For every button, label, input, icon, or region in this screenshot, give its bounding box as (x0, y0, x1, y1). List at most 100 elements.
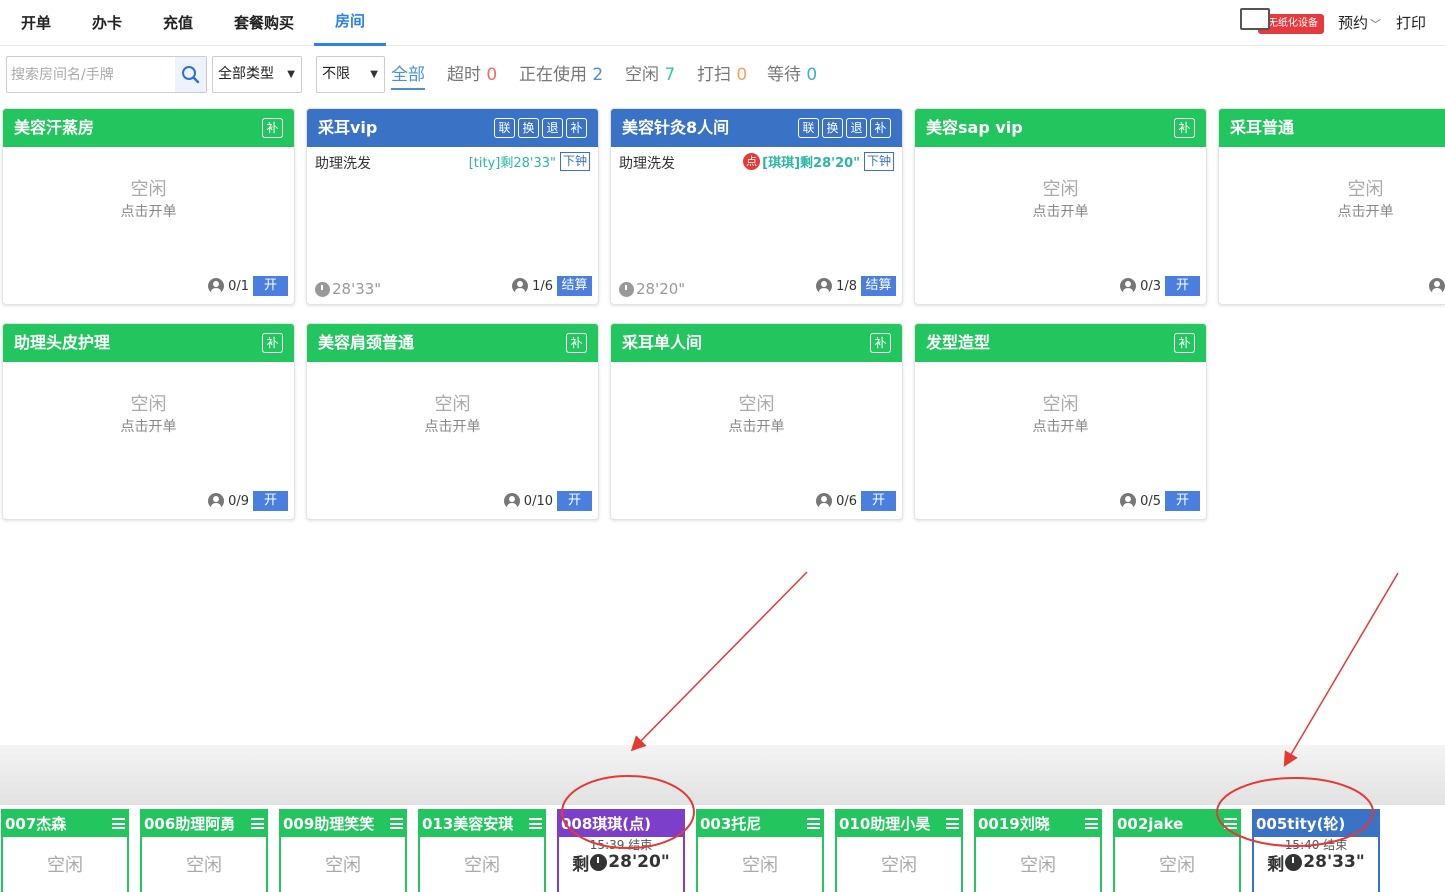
filter-waiting[interactable]: 等待 0 (767, 62, 817, 90)
room-card[interactable]: 采耳vip 联 换 退 补 助理洗发 [tity]剩28'33" 下钟 28'33… (306, 108, 599, 305)
add-button[interactable]: 补 (566, 118, 587, 138)
technician-status: 空闲 (881, 855, 917, 876)
person-icon (512, 278, 529, 294)
link-button[interactable]: 联 (494, 118, 515, 138)
caret-down-icon: ▼ (287, 69, 295, 80)
filter-in-use[interactable]: 正在使用 2 (519, 62, 603, 90)
technician-status: 空闲 (742, 855, 778, 876)
menu-icon[interactable] (1085, 818, 1098, 829)
filter-cleaning[interactable]: 打扫 0 (697, 62, 747, 90)
technician-name: 013美容安琪 (422, 815, 514, 833)
tab-recharge[interactable]: 充值 (152, 0, 204, 46)
add-button[interactable]: 补 (1174, 333, 1195, 353)
open-button[interactable]: 开 (861, 491, 896, 511)
room-card[interactable]: 美容汗蒸房 补 空闲 点击开单 0/1 开 (2, 108, 295, 305)
click-open-hint[interactable]: 点击开单 (1219, 201, 1445, 221)
reserve-label: 预约 (1338, 14, 1369, 32)
menu-icon[interactable] (529, 818, 542, 829)
occupancy: 0/5 (1140, 493, 1161, 509)
menu-icon[interactable] (390, 818, 403, 829)
menu-icon[interactable] (946, 818, 959, 829)
room-type-select[interactable]: 全部类型 ▼ (212, 56, 302, 93)
add-button[interactable]: 补 (262, 118, 283, 138)
room-name: 采耳普通 (1230, 118, 1295, 137)
technician-card[interactable]: 0019刘晓 空闲 (974, 809, 1102, 892)
tab-package[interactable]: 套餐购买 (224, 0, 304, 46)
settle-button[interactable]: 结算 (557, 276, 592, 296)
elapsed-time: 28'20" (636, 280, 686, 298)
click-open-hint[interactable]: 点击开单 (915, 201, 1206, 221)
swap-button[interactable]: 换 (822, 118, 843, 138)
add-button[interactable]: 补 (870, 118, 891, 138)
room-card[interactable]: 采耳单人间 补 空闲 点击开单 0/6 开 (610, 323, 903, 520)
clock-icon (1285, 853, 1303, 871)
chevron-down-icon: ﹀ (1370, 18, 1382, 31)
room-card[interactable]: 美容针灸8人间 联 换 退 补 助理洗发 点 [琪琪]剩28'20" 下钟 28'2… (610, 108, 903, 305)
filter-count: 2 (592, 65, 604, 85)
technician-dock (0, 745, 1445, 805)
open-button[interactable]: 开 (253, 491, 288, 511)
reserve-menu[interactable]: 预约 ﹀ (1338, 0, 1381, 46)
filter-all[interactable]: 全部 (391, 62, 425, 90)
technician-card[interactable]: 013美容安琪 空闲 (418, 809, 546, 892)
room-card[interactable]: 采耳普通 空闲 点击开单 (1218, 108, 1445, 305)
add-button[interactable]: 补 (870, 333, 891, 353)
click-open-hint[interactable]: 点击开单 (3, 416, 294, 436)
filter-overtime[interactable]: 超时 0 (447, 62, 497, 90)
open-button[interactable]: 开 (253, 276, 288, 296)
paperless-device-badge[interactable]: 无纸化设备 (1240, 8, 1326, 38)
technician-name: 0019刘晓 (978, 815, 1050, 833)
remaining-time: 28'20" (608, 852, 670, 872)
menu-icon[interactable] (112, 818, 125, 829)
tab-card[interactable]: 办卡 (82, 0, 132, 46)
technician-card[interactable]: 007杰森 空闲 (1, 809, 129, 892)
remaining-time: 28'33" (1303, 852, 1365, 872)
settle-button[interactable]: 结算 (861, 276, 896, 296)
technician-card[interactable]: 008琪琪(点) 15:39 结束 剩 28'20" (557, 809, 685, 892)
click-open-hint[interactable]: 点击开单 (3, 201, 294, 221)
search-input[interactable] (7, 57, 175, 92)
return-button[interactable]: 退 (846, 118, 867, 138)
technician-card[interactable]: 003托尼 空闲 (696, 809, 824, 892)
menu-icon[interactable] (1224, 818, 1237, 829)
technician-name: 002jake (1117, 815, 1184, 833)
occupancy: 0/6 (836, 493, 857, 509)
room-card[interactable]: 美容sap vip 补 空闲 点击开单 0/3 开 (914, 108, 1207, 305)
add-button[interactable]: 补 (1174, 118, 1195, 138)
click-open-hint[interactable]: 点击开单 (307, 416, 598, 436)
down-clock-button[interactable]: 下钟 (559, 152, 590, 171)
technician-card[interactable]: 010助理小昊 空闲 (835, 809, 963, 892)
technician-card[interactable]: 009助理笑笑 空闲 (279, 809, 407, 892)
add-button[interactable]: 补 (566, 333, 587, 353)
tab-open-order[interactable]: 开单 (10, 0, 62, 46)
room-card[interactable]: 美容肩颈普通 补 空闲 点击开单 0/10 开 (306, 323, 599, 520)
technician-card[interactable]: 002jake 空闲 (1113, 809, 1241, 892)
room-header: 采耳单人间 补 (611, 324, 902, 362)
click-open-hint[interactable]: 点击开单 (915, 416, 1206, 436)
room-card[interactable]: 发型造型 补 空闲 点击开单 0/5 开 (914, 323, 1207, 520)
return-button[interactable]: 退 (542, 118, 563, 138)
technician-card[interactable]: 005tity(轮) 15:40 结束 剩 28'33" (1252, 809, 1380, 892)
print-button[interactable]: 打印 (1396, 0, 1426, 46)
click-open-hint[interactable]: 点击开单 (611, 416, 902, 436)
menu-icon[interactable] (251, 818, 264, 829)
down-clock-button[interactable]: 下钟 (863, 152, 894, 171)
person-icon (503, 493, 520, 509)
search-button[interactable] (175, 57, 206, 92)
add-button[interactable]: 补 (262, 333, 283, 353)
swap-button[interactable]: 换 (518, 118, 539, 138)
menu-icon[interactable] (807, 818, 820, 829)
room-card[interactable]: 助理头皮护理 补 空闲 点击开单 0/9 开 (2, 323, 295, 520)
filter-count: 0 (806, 65, 818, 85)
link-button[interactable]: 联 (798, 118, 819, 138)
room-header: 助理头皮护理 补 (3, 324, 294, 362)
search-box (6, 56, 207, 93)
open-button[interactable]: 开 (557, 491, 592, 511)
open-button[interactable]: 开 (1165, 276, 1200, 296)
technician-card[interactable]: 006助理阿勇 空闲 (140, 809, 268, 892)
limit-select[interactable]: 不限 ▼ (316, 56, 385, 93)
filter-idle[interactable]: 空闲 7 (625, 62, 675, 90)
room-header: 采耳普通 (1219, 109, 1445, 147)
tab-rooms[interactable]: 房间 (314, 0, 386, 46)
open-button[interactable]: 开 (1165, 491, 1200, 511)
